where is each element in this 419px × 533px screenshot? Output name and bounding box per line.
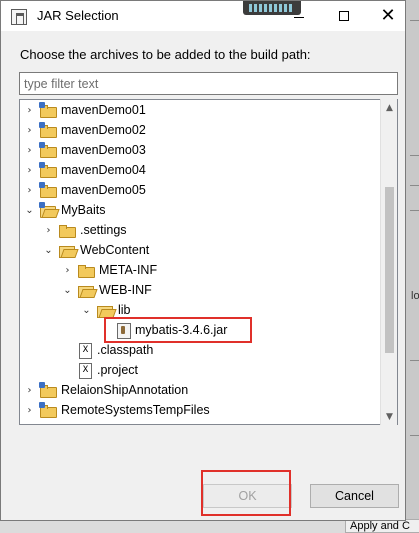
background-text-fragment: lo <box>411 290 419 302</box>
chevron-right-icon[interactable]: › <box>23 160 36 180</box>
close-icon: ✕ <box>380 5 396 26</box>
tree-item[interactable]: › mavenDemo03 <box>23 140 146 160</box>
maximize-icon <box>339 11 349 21</box>
chevron-down-icon[interactable]: ⌄ <box>61 280 74 300</box>
tree-item[interactable]: › mavenDemo01 <box>23 100 146 120</box>
cancel-button[interactable]: Cancel <box>310 484 399 508</box>
folder-open-icon <box>77 282 95 298</box>
jar-selection-dialog: JAR Selection ✕ Choose the archives to b… <box>0 0 406 521</box>
chevron-right-icon[interactable]: › <box>23 400 36 420</box>
tree-item-label: mavenDemo04 <box>61 163 146 177</box>
tree-item[interactable]: .classpath <box>61 340 153 360</box>
folder-open-icon <box>96 302 114 318</box>
chevron-right-icon[interactable]: › <box>23 380 36 400</box>
scroll-up-icon[interactable]: ▲ <box>381 99 398 116</box>
tree-item-label: .settings <box>80 223 127 237</box>
tree-item[interactable]: ⌄ lib <box>80 300 131 320</box>
scroll-down-icon[interactable]: ▼ <box>381 408 398 425</box>
tree-item-label: mavenDemo03 <box>61 143 146 157</box>
tree-item[interactable]: › .settings <box>42 220 127 240</box>
chevron-right-icon[interactable]: › <box>23 120 36 140</box>
tree-item[interactable]: › mavenDemo04 <box>23 160 146 180</box>
tree-item-label: META-INF <box>99 263 158 277</box>
chevron-right-icon[interactable]: › <box>23 180 36 200</box>
tree-item[interactable]: › RemoteSystemsTempFiles <box>23 400 210 420</box>
project-folder-icon <box>39 182 57 198</box>
jar-file-icon <box>115 322 131 339</box>
tree-item-label: .classpath <box>97 343 154 357</box>
xml-file-icon <box>77 342 93 359</box>
ok-button[interactable]: OK <box>203 484 292 508</box>
background-apply-button: Apply and C <box>345 519 419 533</box>
tree-item-label: mybatis-3.4.6.jar <box>135 323 228 337</box>
tree-item-label: lib <box>118 303 131 317</box>
tree-item[interactable]: .project <box>61 360 138 380</box>
xml-file-icon <box>77 362 93 379</box>
chevron-down-icon[interactable]: ⌄ <box>42 240 55 260</box>
project-folder-icon <box>39 102 57 118</box>
project-folder-icon <box>39 162 57 178</box>
background-window-bottom: Apply and C <box>0 519 419 533</box>
chevron-right-icon[interactable]: › <box>23 140 36 160</box>
tree-item[interactable]: › mavenDemo05 <box>23 180 146 200</box>
project-folder-icon <box>39 122 57 138</box>
instruction-label: Choose the archives to be added to the b… <box>20 47 311 62</box>
tree-item-label: mavenDemo05 <box>61 183 146 197</box>
tree-item-label: mavenDemo02 <box>61 123 146 137</box>
minimize-icon <box>294 16 304 18</box>
project-folder-open-icon <box>39 202 57 218</box>
tree-item-label: RemoteSystemsTempFiles <box>61 403 210 417</box>
maximize-button[interactable] <box>333 5 355 27</box>
project-folder-icon <box>39 382 57 398</box>
tree-item[interactable]: › RelaionShipAnnotation <box>23 380 188 400</box>
background-window-edge: lo <box>405 0 419 533</box>
tree-item[interactable]: ⌄ WEB-INF <box>61 280 152 300</box>
tree-item-label: WebContent <box>80 243 150 257</box>
jar-app-icon <box>11 9 27 25</box>
scrollbar-thumb[interactable] <box>385 187 394 353</box>
tree-item-label: .project <box>97 363 138 377</box>
chevron-right-icon[interactable]: › <box>42 220 55 240</box>
tree-scrollbar[interactable]: ▲ ▼ <box>380 99 397 425</box>
folder-icon <box>77 262 95 278</box>
folder-icon <box>58 222 76 238</box>
tree-item[interactable]: mybatis-3.4.6.jar <box>99 320 227 340</box>
chevron-right-icon[interactable]: › <box>61 260 74 280</box>
title-bar: JAR Selection ✕ <box>1 1 405 31</box>
filter-input[interactable] <box>19 72 398 95</box>
project-folder-icon <box>39 402 57 418</box>
chevron-down-icon[interactable]: ⌄ <box>23 200 36 220</box>
tree-item-label: RelaionShipAnnotation <box>61 383 189 397</box>
dialog-title: JAR Selection <box>37 8 119 23</box>
folder-open-icon <box>58 242 76 258</box>
tree-item[interactable]: › META-INF <box>61 260 157 280</box>
project-folder-icon <box>39 142 57 158</box>
tree-item[interactable]: ⌄ MyBaits <box>23 200 105 220</box>
tree-item-label: MyBaits <box>61 203 106 217</box>
tree-item[interactable]: › mavenDemo02 <box>23 120 146 140</box>
close-button[interactable]: ✕ <box>377 5 399 27</box>
chevron-down-icon[interactable]: ⌄ <box>80 300 93 320</box>
tree-item-label: WEB-INF <box>99 283 152 297</box>
tree-item-label: mavenDemo01 <box>61 103 146 117</box>
chevron-right-icon[interactable]: › <box>23 100 36 120</box>
minimize-button[interactable] <box>288 5 310 27</box>
tree-item[interactable]: ⌄ WebContent <box>42 240 149 260</box>
